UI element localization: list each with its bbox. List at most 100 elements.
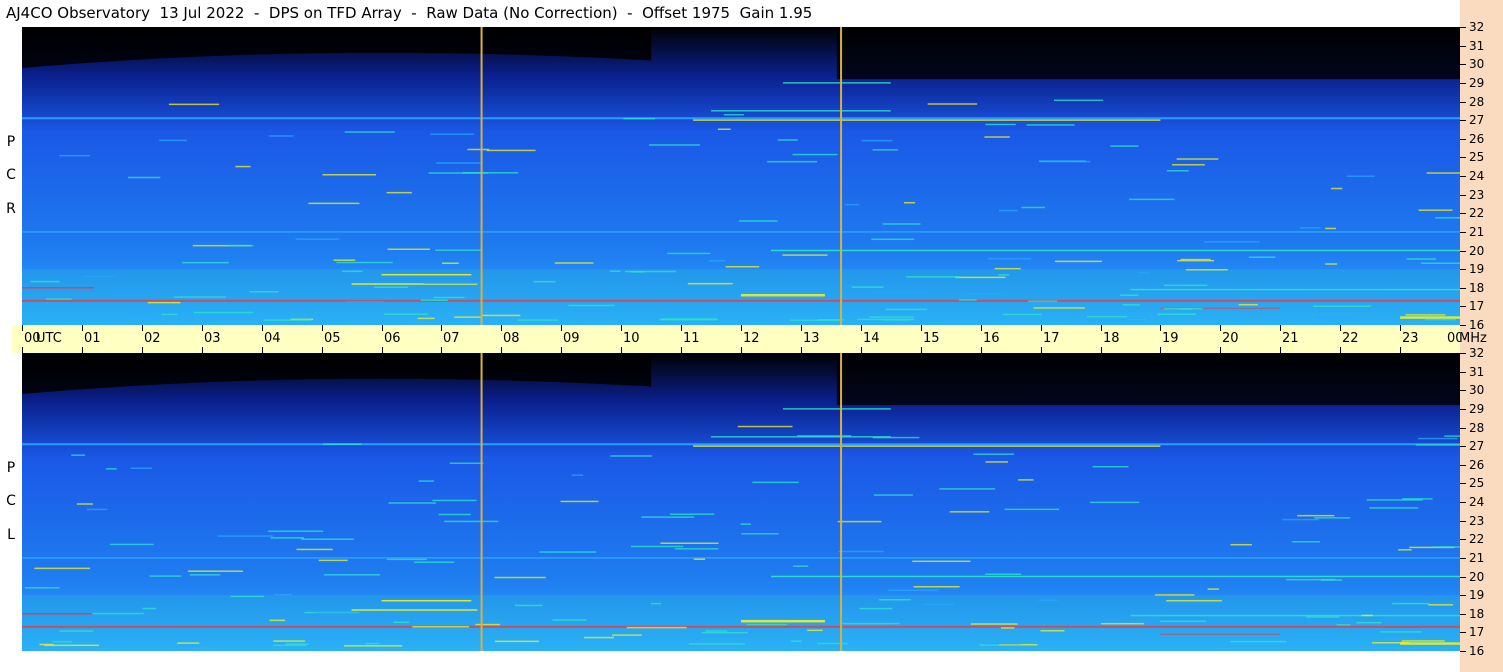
lcp-interference-line xyxy=(351,609,478,611)
utc-tick xyxy=(621,325,622,331)
lcp-noise-dash xyxy=(393,621,410,624)
lcp-noise-dash xyxy=(1314,517,1351,519)
rcp-noise-dash xyxy=(386,191,412,194)
utc-tick xyxy=(382,347,383,353)
utc-tick-label: 03 xyxy=(204,331,221,346)
mhz-tick xyxy=(1460,288,1466,289)
lcp-letter-l: L xyxy=(7,527,15,543)
rcp-noise-dash xyxy=(517,319,559,321)
lcp-noise-dash xyxy=(230,595,264,598)
rcp-noise-dash xyxy=(1418,209,1453,211)
rcp-noise-dash xyxy=(872,149,899,151)
rcp-noise-dash xyxy=(1315,316,1353,319)
lcp-noise-dash xyxy=(1101,622,1145,625)
rcp-noise-dash xyxy=(1122,304,1140,306)
lcp-noise-dash xyxy=(737,425,793,428)
utc-tick-label: 12 xyxy=(743,331,760,346)
rcp-noise-dash xyxy=(1033,307,1085,309)
lcp-noise-dash xyxy=(1402,498,1433,500)
lcp-noise-dash xyxy=(34,567,90,570)
lcp-noise-dash xyxy=(1092,465,1129,468)
rcp-noise-dash xyxy=(1163,284,1208,287)
lcp-noise-dash xyxy=(983,642,1021,645)
rcp-noise-dash xyxy=(423,282,480,284)
lcp-noise-dash xyxy=(270,537,304,539)
lcp-noise-dash xyxy=(494,576,546,579)
rcp-noise-dash xyxy=(903,201,915,204)
rcp-label-strip: P C R xyxy=(0,27,22,325)
lcp-noise-dash xyxy=(630,545,684,548)
mhz-tick xyxy=(1460,176,1466,177)
lcp-noise-dash xyxy=(44,644,99,647)
mhz-tick-label: 21 xyxy=(1469,551,1485,565)
rcp-noise-dash xyxy=(792,153,838,156)
lcp-noise-dash xyxy=(1372,642,1409,644)
lcp-noise-dash xyxy=(412,626,470,628)
lcp-noise-dash xyxy=(1018,479,1034,481)
rcp-noise-dash xyxy=(623,117,655,120)
mhz-tick xyxy=(1460,83,1466,84)
lcp-noise-dash xyxy=(87,508,108,511)
utc-tick xyxy=(801,325,802,331)
lcp-noise-dash xyxy=(323,443,362,445)
lcp-interference-line xyxy=(381,599,472,602)
lcp-low-band-noise xyxy=(22,595,1460,651)
utc-tick-label: 07 xyxy=(443,331,460,346)
lcp-letter-c: C xyxy=(6,493,16,509)
lcp-noise-dash xyxy=(641,516,694,518)
lcp-noise-dash xyxy=(837,520,882,523)
rcp-noise-dash xyxy=(1026,124,1075,126)
utc-tick xyxy=(1041,325,1042,331)
rcp-noise-dash xyxy=(417,317,435,320)
lcp-time-marker xyxy=(840,353,843,651)
mhz-tick xyxy=(1460,428,1466,429)
rcp-noise-dash xyxy=(1249,256,1276,258)
utc-tick xyxy=(202,347,203,353)
lcp-noise-dash xyxy=(449,462,484,464)
lcp-interference-line xyxy=(770,575,1460,578)
lcp-noise-dash xyxy=(1038,599,1058,602)
lcp-noise-dash xyxy=(539,551,597,553)
utc-tick xyxy=(741,325,742,331)
lcp-noise-dash xyxy=(217,535,274,537)
rcp-noise-dash xyxy=(1002,313,1042,316)
mhz-tick-label: 28 xyxy=(1469,421,1485,435)
lcp-noise-dash xyxy=(301,538,355,540)
rcp-noise-dash xyxy=(1435,217,1460,219)
rcp-noise-dash xyxy=(112,289,154,292)
utc-tick xyxy=(202,325,203,331)
mhz-tick-label: 24 xyxy=(1469,169,1485,183)
lcp-noise-dash xyxy=(1297,514,1335,517)
lcp-noise-dash xyxy=(59,630,94,632)
lcp-noise-dash xyxy=(343,645,403,647)
mhz-tick-label: 31 xyxy=(1469,365,1485,379)
rcp-interference-line xyxy=(22,231,1460,233)
rcp-noise-dash xyxy=(717,128,731,131)
mhz-tick xyxy=(1460,64,1466,65)
lcp-noise-dash xyxy=(187,570,243,572)
rcp-noise-dash xyxy=(1157,313,1196,315)
lcp-noise-dash xyxy=(790,640,802,642)
rcp-noise-dash xyxy=(420,299,436,301)
rcp-noise-dash xyxy=(342,270,363,273)
utc-tick xyxy=(801,347,802,353)
rcp-noise-dash xyxy=(659,318,718,321)
utc-tick-label: 11 xyxy=(683,331,700,346)
rcp-noise-dash xyxy=(964,293,1006,295)
rcp-noise-dash xyxy=(777,139,798,141)
utc-tick-label: 19 xyxy=(1162,331,1179,346)
rcp-noise-dash xyxy=(1166,170,1189,172)
utc-tick xyxy=(82,325,83,331)
rcp-noise-dash xyxy=(708,260,726,262)
lcp-noise-dash xyxy=(1166,599,1222,602)
lcp-noise-dash xyxy=(1001,627,1015,629)
mhz-tick-label: 29 xyxy=(1469,402,1485,416)
utc-tick xyxy=(981,347,982,353)
rcp-interference-line xyxy=(22,117,1460,120)
rcp-noise-dash xyxy=(667,252,711,255)
lcp-noise-dash xyxy=(688,643,745,645)
mhz-tick xyxy=(1460,353,1466,354)
lcp-noise-dash xyxy=(669,513,715,515)
rcp-interference-line xyxy=(22,299,1460,302)
rcp-noise-dash xyxy=(723,113,744,116)
